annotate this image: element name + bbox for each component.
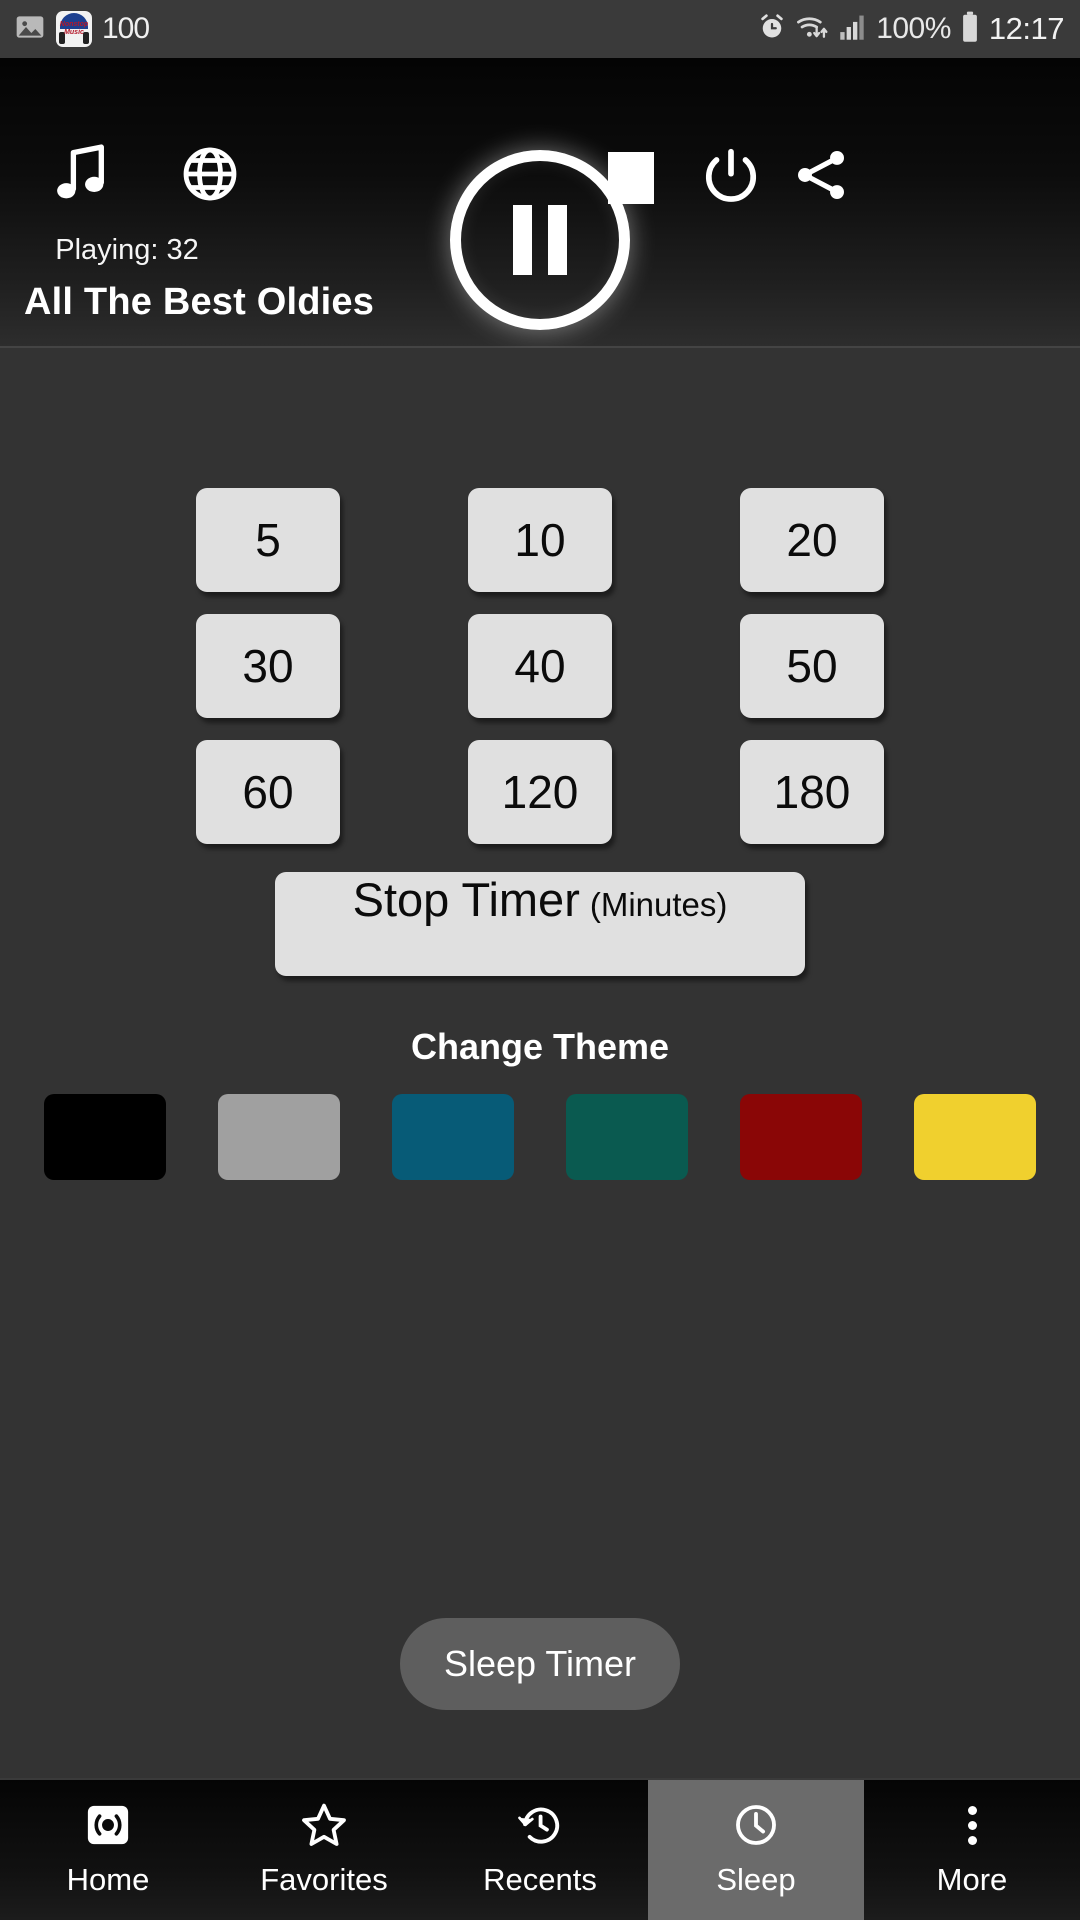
nav-item-more[interactable]: More — [864, 1780, 1080, 1920]
clock-time-label: 12:17 — [988, 11, 1065, 46]
status-bar-right: 100% 12:17 — [757, 11, 1065, 48]
timer-preset-button[interactable]: 180 — [740, 740, 884, 844]
timer-preset-button[interactable]: 20 — [740, 488, 884, 592]
power-button[interactable] — [700, 144, 762, 206]
nav-item-sleep[interactable]: Sleep — [648, 1780, 864, 1920]
playing-count-label: Playing: 32 — [55, 234, 199, 266]
star-icon — [300, 1802, 348, 1848]
battery-percent-label: 100% — [876, 12, 951, 45]
globe-icon[interactable] — [180, 144, 240, 204]
timer-preset-button[interactable]: 40 — [468, 614, 612, 718]
timer-preset-button[interactable]: 120 — [468, 740, 612, 844]
app-icon-text-line2: Music — [64, 29, 84, 36]
theme-swatch-gray[interactable] — [218, 1094, 340, 1180]
stop-button[interactable] — [608, 152, 654, 204]
play-pause-button[interactable] — [450, 150, 630, 330]
status-bar-left: Nonstop Music 100 — [14, 11, 150, 48]
timer-row: 5 10 20 — [0, 488, 1080, 592]
station-title: All The Best Oldies — [24, 281, 375, 323]
cellular-signal-icon — [839, 13, 867, 46]
theme-swatch-blue[interactable] — [392, 1094, 514, 1180]
wifi-transfer-icon — [796, 12, 830, 47]
nonstop-music-app-icon: Nonstop Music — [56, 11, 92, 47]
timer-row: 60 120 180 — [0, 740, 1080, 844]
broadcast-icon — [85, 1802, 131, 1848]
theme-swatch-black[interactable] — [44, 1094, 166, 1180]
change-theme-heading: Change Theme — [410, 1026, 670, 1067]
status-bar: Nonstop Music 100 100% 12:17 — [0, 0, 1080, 58]
timer-preset-grid: 5 10 20 30 40 50 60 120 180 — [0, 488, 1080, 844]
sleep-timer-button[interactable]: Sleep Timer — [400, 1618, 680, 1710]
theme-swatch-list — [44, 1094, 1036, 1180]
nav-label-sleep: Sleep — [716, 1862, 796, 1897]
stop-timer-unit-label: (Minutes) — [589, 886, 728, 923]
player-controls-row — [0, 130, 1080, 330]
timer-preset-button[interactable]: 30 — [196, 614, 340, 718]
app-icon-text-line1: Nonstop — [59, 21, 89, 28]
timer-preset-button[interactable]: 60 — [196, 740, 340, 844]
clock-icon — [733, 1802, 779, 1848]
stop-timer-label: Stop Timer — [352, 873, 580, 926]
battery-full-icon — [960, 11, 980, 48]
share-button[interactable] — [790, 144, 852, 206]
stop-icon — [608, 152, 654, 204]
nav-item-recents[interactable]: Recents — [432, 1780, 648, 1920]
player-header: Playing: 32 All The Best Oldies — [0, 58, 1080, 346]
bottom-navigation-bar: Home Favorites Recents Sleep More — [0, 1778, 1080, 1920]
nav-label-more: More — [936, 1862, 1008, 1897]
stop-timer-button[interactable]: Stop Timer (Minutes) — [275, 872, 805, 976]
theme-swatch-red[interactable] — [740, 1094, 862, 1180]
music-note-icon[interactable] — [50, 142, 112, 208]
nav-label-recents: Recents — [483, 1862, 597, 1897]
timer-row: 30 40 50 — [0, 614, 1080, 718]
theme-swatch-green[interactable] — [566, 1094, 688, 1180]
notification-count: 100 — [102, 12, 150, 45]
timer-preset-button[interactable]: 50 — [740, 614, 884, 718]
alarm-clock-icon — [757, 12, 787, 47]
overflow-dots-icon — [967, 1802, 977, 1848]
nav-item-favorites[interactable]: Favorites — [216, 1780, 432, 1920]
pause-icon — [513, 205, 567, 275]
nav-label-favorites: Favorites — [260, 1862, 388, 1897]
sleep-timer-panel: 5 10 20 30 40 50 60 120 180 Stop Timer (… — [0, 348, 1080, 1778]
history-icon — [517, 1802, 563, 1848]
timer-preset-button[interactable]: 5 — [196, 488, 340, 592]
nav-label-home: Home — [66, 1862, 150, 1897]
timer-preset-button[interactable]: 10 — [468, 488, 612, 592]
image-icon — [14, 11, 46, 48]
theme-swatch-yellow[interactable] — [914, 1094, 1036, 1180]
app-root: Nonstop Music 100 100% 12:17 Playing: 32… — [0, 0, 1080, 1920]
nav-item-home[interactable]: Home — [0, 1780, 216, 1920]
